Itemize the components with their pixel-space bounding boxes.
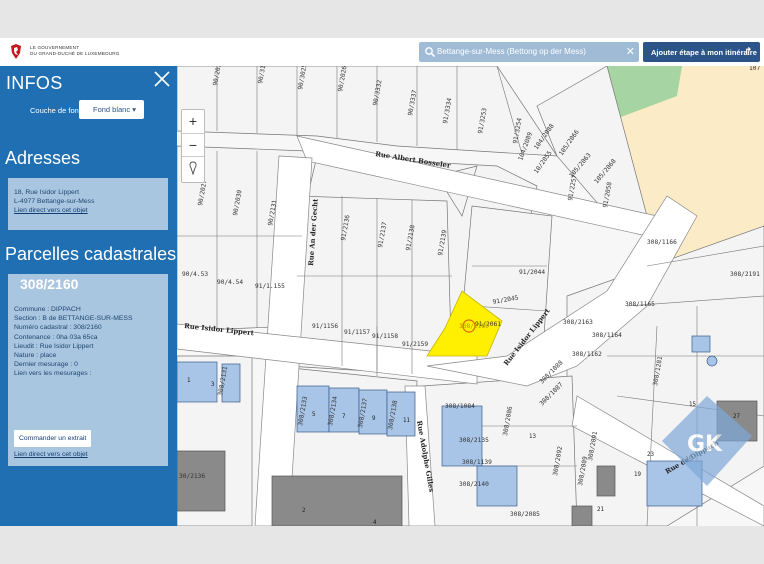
search-input[interactable]: Bettange-sur-Mess (Bettong op der Mess) … (419, 42, 639, 62)
parcel-label: 91/1157 (344, 329, 370, 336)
parcel-label: 91/2044 (519, 269, 545, 276)
parcel-label: 308/2085 (510, 511, 540, 518)
search-icon (425, 47, 436, 58)
search-value: Bettange-sur-Mess (Bettong op der Mess) (437, 47, 586, 56)
parcel-label: 91/2257 (567, 174, 578, 201)
parcel-number: 308/2160 (20, 276, 79, 292)
turn-right-arrow-icon: ↱ (744, 46, 752, 56)
parcel-numero: Numéro cadastral : 308/2160 (14, 324, 102, 332)
parcel-lieudit: Lieudit : Rue Isidor Lippert (14, 342, 94, 350)
house-number: 23 (647, 452, 654, 458)
sidebar-title: INFOS (6, 73, 63, 93)
parcel-label: 308/1139 (462, 459, 492, 466)
clear-search-icon[interactable]: ✕ (626, 45, 635, 58)
app-window: LE GOUVERNEMENT DU GRAND-DUCHÉ DE LUXEMB… (0, 38, 764, 526)
address-line1: 18, Rue Isidor Lippert (14, 189, 79, 196)
location-pin-button[interactable] (182, 156, 204, 179)
parcel-label: 308/1166 (647, 239, 677, 246)
parcel-contenance: Contenance : 0ha 03a 65ca (14, 333, 98, 341)
house-number: 13 (529, 434, 536, 440)
house-number: 1 (187, 378, 191, 384)
add-itinerary-button[interactable]: Ajouter étape à mon itinéraire ↱ (643, 42, 760, 62)
parcel-label: 308/2191 (730, 271, 760, 278)
addresses-heading: Adresses (5, 148, 81, 168)
parcel-commune: Commune : DIPPACH (14, 306, 81, 313)
parcel-label: 90/4.54 (217, 279, 243, 286)
parcel-label: 308/2140 (459, 481, 489, 488)
government-logo-text: LE GOUVERNEMENT DU GRAND-DUCHÉ DE LUXEMB… (30, 45, 120, 56)
house-number: 9 (372, 416, 376, 422)
pin-icon (189, 161, 197, 176)
parcel-nature: Nature : place (14, 352, 57, 360)
parcel-label: 30/2136 (179, 473, 205, 480)
parcel-label: 308/2160 (459, 323, 489, 330)
cadastral-map[interactable]: Rue Albert Bosseler Rue An der Gecht Rue… (177, 66, 764, 526)
background-layer-select[interactable]: Fond blanc ▾ (79, 100, 144, 119)
zoom-out-button[interactable]: − (182, 133, 204, 156)
house-number: 15 (689, 402, 696, 408)
background-layer-label: Couche de fond: (30, 106, 86, 115)
parcels-heading: Parcelles cadastrales (5, 244, 177, 264)
zoom-control: + − (181, 109, 205, 183)
parcel-last-measurement: Dernier mesurage : 0 (14, 361, 78, 369)
parcel-label: 308/2163 (563, 319, 593, 326)
parcel-label: 91/1156 (312, 323, 338, 330)
parcel-label: 308/1165 (625, 301, 655, 308)
house-number: 2 (302, 508, 306, 514)
house-number: 19 (634, 472, 641, 478)
parcel-label: 90/4.53 (182, 271, 208, 278)
info-sidebar: INFOS Couche de fond: Fond blanc ▾ Adres… (0, 66, 177, 526)
house-number: 27 (733, 414, 740, 420)
house-number: 5 (312, 412, 316, 418)
parcel-measurements-link: Lien vers les mesurages : (14, 370, 92, 378)
parcel-label: 308/2135 (459, 437, 489, 444)
parcel-label: 308/1084 (445, 403, 475, 410)
parcel-label: 308/1162 (572, 351, 602, 358)
address-line2: L-4977 Bettange-sur-Mess (14, 198, 95, 206)
house-number: 4 (373, 520, 377, 526)
parcel-label: 91/1.155 (255, 283, 285, 290)
zoom-in-button[interactable]: + (182, 110, 204, 132)
house-number: 11 (403, 418, 410, 424)
parcel-section: Section : B de BETTANGE-SUR-MESS (14, 315, 133, 323)
house-number: 7 (342, 414, 346, 420)
address-direct-link[interactable]: Lien direct vers cet objet (14, 206, 94, 215)
luxembourg-lion-logo-icon (11, 44, 21, 59)
parcel-direct-link[interactable]: Lien direct vers cet objet (14, 450, 88, 459)
address-card: 18, Rue Isidor Lippert L-4977 Bettange-s… (8, 178, 168, 230)
map-canvas[interactable]: Rue Albert Bosseler Rue An der Gecht Rue… (177, 66, 764, 526)
parcel-label: 91/2159 (402, 341, 428, 348)
parcel-label: 308/1164 (592, 332, 622, 339)
order-extract-button[interactable]: Commander un extrait (14, 430, 92, 447)
parcel-card: 308/2160 Commune : DIPPACH Section : B d… (8, 274, 168, 466)
top-bar: LE GOUVERNEMENT DU GRAND-DUCHÉ DE LUXEMB… (0, 38, 764, 67)
house-number: 21 (597, 507, 604, 513)
parcel-label: 107 (749, 66, 760, 72)
watermark-text: GK (687, 432, 723, 457)
house-number: 3 (211, 382, 215, 388)
parcel-label: 91/1158 (372, 333, 398, 340)
close-icon[interactable] (153, 70, 171, 88)
